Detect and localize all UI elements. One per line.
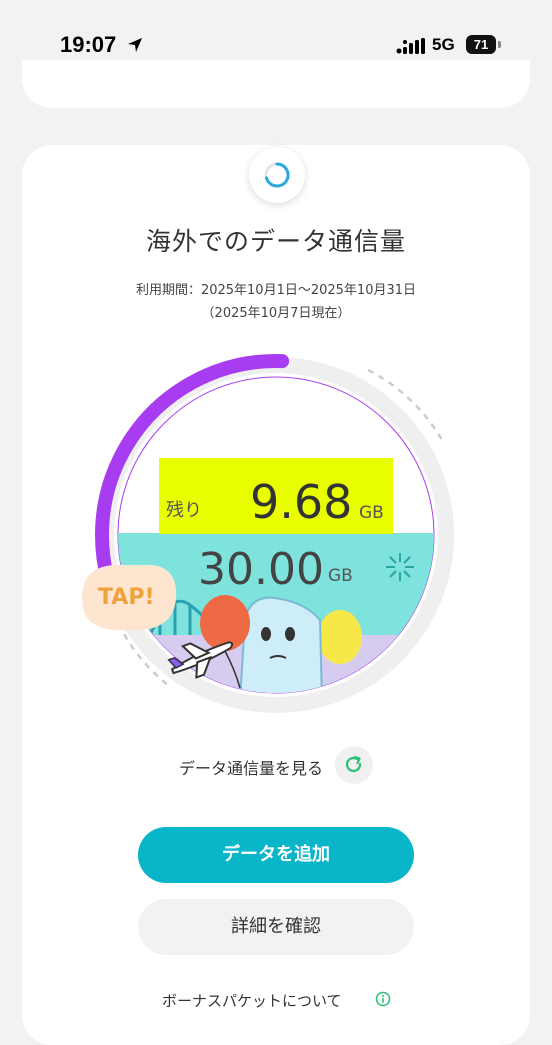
loading-spinner — [249, 147, 305, 203]
view-usage-label: データ通信量を見る — [179, 759, 324, 778]
total-value: 30.00 — [198, 544, 324, 595]
mascot-character — [238, 596, 324, 693]
usage-period: 利用期間：2025年10月1日〜2025年10月31日 — [135, 283, 417, 298]
as-of-date: （2025年10月7日現在） — [201, 306, 351, 321]
clock: 19:07 — [60, 32, 117, 57]
battery-cap — [498, 41, 501, 48]
yellow-balloon — [318, 610, 362, 664]
spinner-icon — [264, 162, 290, 188]
refresh-icon — [345, 755, 362, 773]
remaining-value: 9.68 — [250, 475, 352, 529]
mascot-eye-left — [261, 627, 271, 641]
location-arrow-icon — [128, 38, 142, 52]
total-unit: GB — [328, 566, 353, 586]
add-data-button[interactable]: データを追加 — [138, 827, 414, 883]
refresh-button[interactable] — [335, 746, 373, 784]
bonus-packet-link[interactable]: ボーナスパケットについて — [0, 988, 552, 1012]
data-usage-gauge[interactable]: 残り 9.68 GB 30.00 GB TAP! — [0, 340, 552, 720]
cellular-signal-icon — [396, 38, 425, 54]
remaining-unit: GB — [359, 503, 384, 523]
info-icon — [375, 991, 391, 1007]
mascot-eye-right — [285, 627, 295, 641]
tap-label: TAP! — [98, 585, 154, 610]
bonus-packet-label: ボーナスパケットについて — [162, 992, 342, 1010]
view-details-button[interactable]: 詳細を確認 — [138, 899, 414, 955]
battery-icon: 71 — [466, 35, 496, 54]
previous-card — [22, 60, 530, 108]
remaining-label: 残り — [166, 500, 202, 521]
network-type: 5G — [432, 35, 455, 54]
view-usage-row: データ通信量を見る — [0, 746, 552, 786]
card-title: 海外でのデータ通信量 — [145, 227, 406, 256]
